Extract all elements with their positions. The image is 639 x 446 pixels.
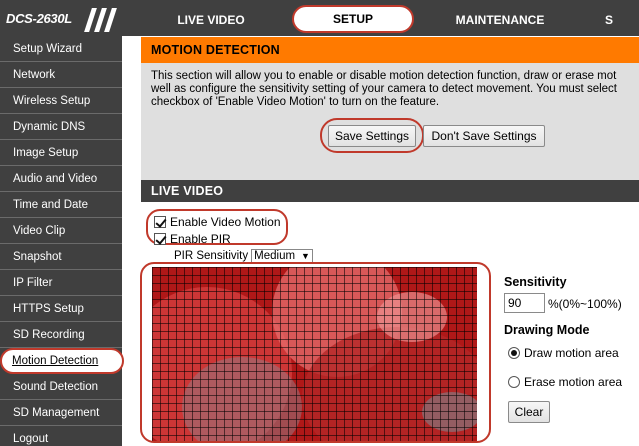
description-line: This section will allow you to enable or… — [151, 70, 617, 82]
top-navigation-bar: DCS-2630L LIVE VIDEO SETUP MAINTENANCE S — [0, 0, 639, 36]
pir-sensitivity-label: PIR Sensitivity — [174, 250, 249, 262]
sidebar-item-sd-management[interactable]: SD Management — [0, 400, 122, 426]
sidebar-item-dynamic-dns[interactable]: Dynamic DNS — [0, 114, 122, 140]
enable-video-motion-row[interactable]: Enable Video Motion — [154, 214, 281, 230]
sidebar-item-snapshot[interactable]: Snapshot — [0, 244, 122, 270]
tab-live-video[interactable]: LIVE VIDEO — [138, 6, 284, 34]
motion-detection-header: MOTION DETECTION — [141, 37, 639, 63]
pir-sensitivity-select[interactable]: Medium ▼ — [251, 249, 313, 263]
chevron-down-icon: ▼ — [301, 251, 310, 261]
live-video-title: LIVE VIDEO — [151, 184, 224, 198]
sidebar-item-video-clip[interactable]: Video Clip — [0, 218, 122, 244]
video-area-highlight — [140, 262, 491, 443]
sidebar-item-https-setup[interactable]: HTTPS Setup — [0, 296, 122, 322]
motion-detection-title: MOTION DETECTION — [151, 43, 280, 57]
sidebar-item-image-setup[interactable]: Image Setup — [0, 140, 122, 166]
sidebar-item-setup-wizard[interactable]: Setup Wizard — [0, 36, 122, 62]
live-video-header: LIVE VIDEO — [141, 180, 639, 202]
sidebar-item-logout[interactable]: Logout — [0, 426, 122, 446]
product-logo: DCS-2630L — [0, 6, 120, 34]
erase-motion-area-option[interactable]: Erase motion area — [508, 375, 622, 389]
description-line: well as configure the sensitivity settin… — [151, 83, 617, 95]
pir-sensitivity-row: PIR Sensitivity Medium ▼ — [174, 249, 313, 263]
tab-setup[interactable]: SETUP — [292, 5, 414, 33]
tab-maintenance[interactable]: MAINTENANCE — [430, 6, 570, 34]
sensitivity-input[interactable]: 90 — [504, 293, 545, 313]
motion-detection-panel: MOTION DETECTION This section will allow… — [141, 37, 639, 194]
clear-button[interactable]: Clear — [508, 401, 550, 423]
dont-save-settings-button[interactable]: Don't Save Settings — [423, 125, 545, 147]
sensitivity-range-label: %(0%~100%) — [548, 297, 622, 311]
sidebar-item-audio-and-video[interactable]: Audio and Video — [0, 166, 122, 192]
tab-status[interactable]: S — [600, 6, 639, 34]
sidebar-item-ip-filter[interactable]: IP Filter — [0, 270, 122, 296]
sidebar: Setup Wizard Network Wireless Setup Dyna… — [0, 36, 124, 446]
drawing-mode-label: Drawing Mode — [504, 323, 590, 337]
sensitivity-label: Sensitivity — [504, 275, 567, 289]
draw-motion-area-option[interactable]: Draw motion area — [508, 346, 619, 360]
enable-pir-label: Enable PIR — [170, 232, 231, 246]
logo-slash-icon — [104, 8, 117, 32]
sidebar-item-sound-detection[interactable]: Sound Detection — [0, 374, 122, 400]
draw-motion-area-label: Draw motion area — [524, 346, 619, 360]
draw-motion-area-radio[interactable] — [508, 347, 520, 359]
erase-motion-area-radio[interactable] — [508, 376, 520, 388]
motion-detection-description: This section will allow you to enable or… — [151, 70, 639, 109]
sidebar-item-sd-recording[interactable]: SD Recording — [0, 322, 122, 348]
enable-video-motion-label: Enable Video Motion — [170, 215, 281, 229]
sidebar-item-network[interactable]: Network — [0, 62, 122, 88]
description-line: checkbox of 'Enable Video Motion' to tur… — [151, 96, 440, 108]
pir-sensitivity-value: Medium — [254, 250, 296, 262]
enable-pir-row[interactable]: Enable PIR — [154, 231, 231, 247]
enable-pir-checkbox[interactable] — [154, 233, 166, 245]
sidebar-item-wireless-setup[interactable]: Wireless Setup — [0, 88, 122, 114]
sidebar-item-time-and-date[interactable]: Time and Date — [0, 192, 122, 218]
save-settings-button[interactable]: Save Settings — [328, 125, 416, 147]
sidebar-item-motion-detection[interactable]: Motion Detection — [0, 348, 124, 374]
erase-motion-area-label: Erase motion area — [524, 375, 623, 389]
enable-video-motion-checkbox[interactable] — [154, 216, 166, 228]
model-name: DCS-2630L — [6, 11, 72, 26]
